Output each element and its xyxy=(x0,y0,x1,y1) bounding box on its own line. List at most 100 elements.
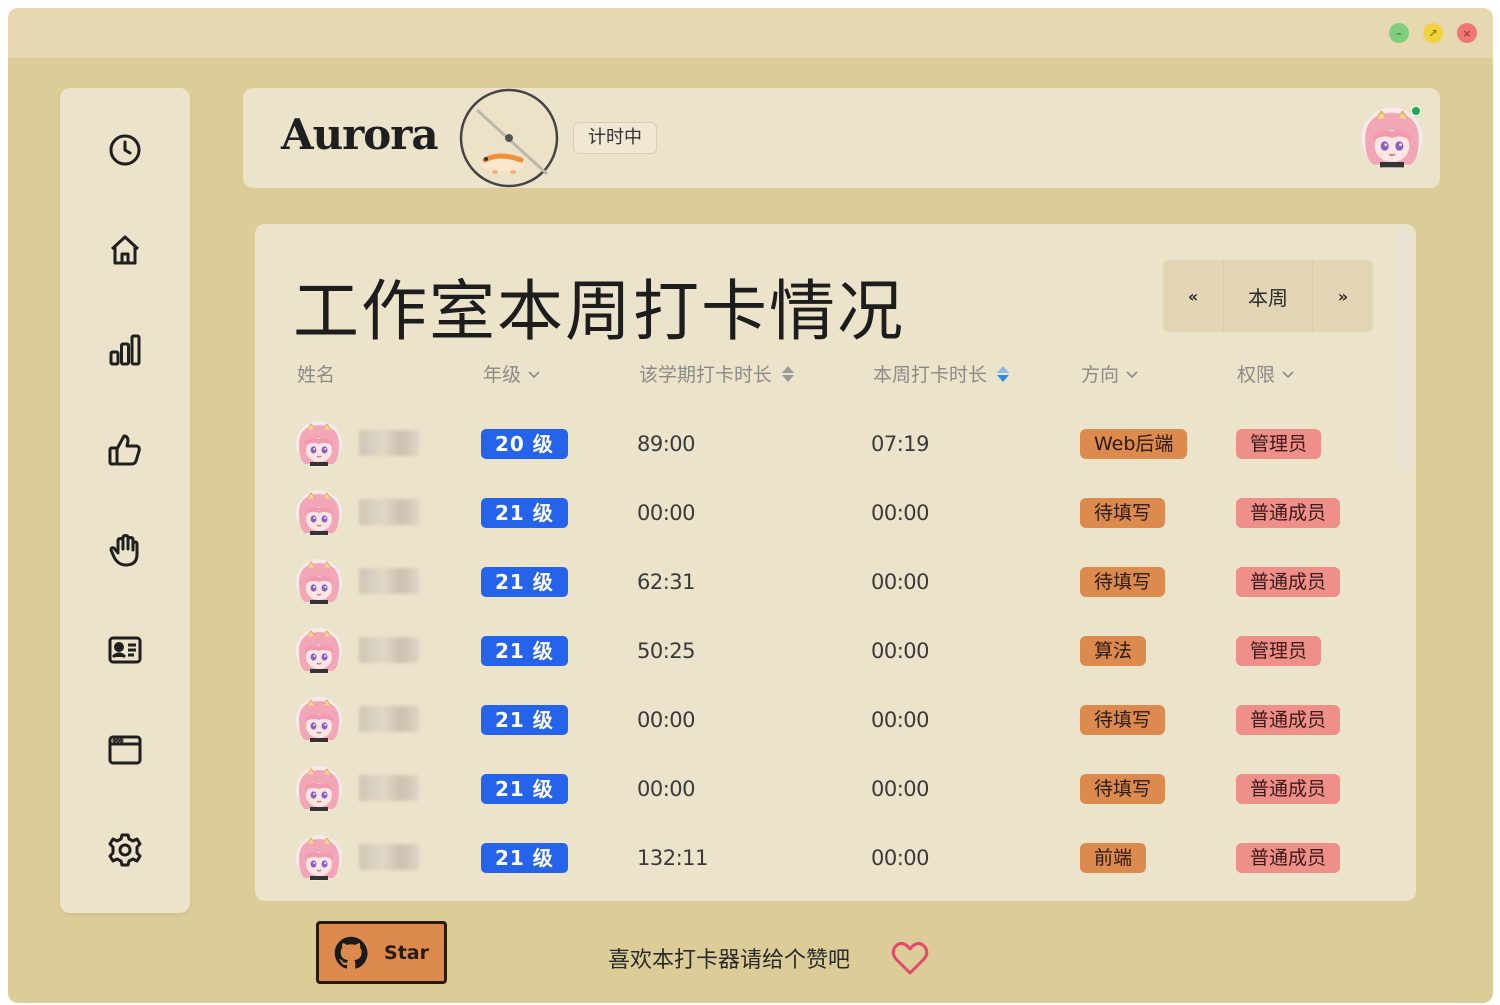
semester-time-cell: 89:00 xyxy=(637,432,696,456)
blurred-member-name xyxy=(359,844,419,870)
current-week-label[interactable]: 本周 xyxy=(1223,260,1313,332)
sidebar-item-statistics[interactable] xyxy=(95,320,155,380)
column-header-week-time-label: 本周打卡时长 xyxy=(873,364,988,386)
direction-badge: 待填写 xyxy=(1080,498,1166,528)
timer-clock-icon[interactable] xyxy=(459,88,559,188)
grade-badge: 21 级 xyxy=(481,498,568,528)
member-avatar xyxy=(295,558,343,606)
sidebar-item-members[interactable] xyxy=(95,620,155,680)
semester-time-cell: 00:00 xyxy=(637,777,696,801)
brand-title: Aurora xyxy=(281,110,439,159)
grade-badge: 21 级 xyxy=(481,774,568,804)
timer-status-badge: 计时中 xyxy=(573,122,657,154)
grade-badge: 21 级 xyxy=(481,705,568,735)
week-navigator: « 本周 » xyxy=(1163,260,1373,332)
github-star-button[interactable]: Star xyxy=(316,921,447,984)
online-status-indicator xyxy=(1411,106,1421,116)
blurred-member-name xyxy=(359,637,419,663)
thumbs-up-icon xyxy=(108,434,141,466)
grade-badge: 21 级 xyxy=(481,843,568,873)
semester-time-cell: 132:11 xyxy=(637,846,708,870)
table-row[interactable]: 21 级 132:11 00:00 前端 普通成员 xyxy=(255,826,1395,895)
table-row[interactable]: 20 级 89:00 07:19 Web后端 管理员 xyxy=(255,412,1395,481)
minimize-button[interactable]: – xyxy=(1389,23,1409,43)
table-row[interactable]: 21 级 00:00 00:00 待填写 普通成员 xyxy=(255,481,1395,550)
member-avatar xyxy=(295,696,343,744)
blurred-member-name xyxy=(359,775,419,801)
grade-badge: 20 级 xyxy=(481,429,568,459)
clock-icon xyxy=(109,134,141,166)
column-header-semester-time[interactable]: 该学期打卡时长 xyxy=(639,360,795,387)
column-header-role[interactable]: 权限 xyxy=(1237,360,1295,387)
column-header-grade[interactable]: 年级 xyxy=(483,360,541,387)
direction-badge: 算法 xyxy=(1080,636,1147,666)
table-row[interactable]: 21 级 00:00 00:00 待填写 普通成员 xyxy=(255,757,1395,826)
direction-badge: 前端 xyxy=(1080,843,1147,873)
member-avatar xyxy=(295,834,343,882)
column-header-week-time[interactable]: 本周打卡时长 xyxy=(873,360,1010,387)
column-header-grade-label: 年级 xyxy=(483,364,522,386)
direction-badge: 待填写 xyxy=(1080,774,1166,804)
chevron-down-icon xyxy=(528,370,540,378)
role-badge: 普通成员 xyxy=(1236,705,1341,735)
sidebar-item-timer[interactable] xyxy=(95,120,155,180)
sidebar-item-home[interactable] xyxy=(95,220,155,280)
role-badge: 普通成员 xyxy=(1236,774,1341,804)
bar-chart-icon xyxy=(109,334,141,366)
member-avatar xyxy=(295,489,343,537)
column-header-semester-time-label: 该学期打卡时长 xyxy=(639,364,773,386)
blurred-member-name xyxy=(359,706,419,732)
sidebar-item-window[interactable] xyxy=(95,720,155,780)
table-row[interactable]: 21 级 50:25 00:00 算法 管理员 xyxy=(255,619,1395,688)
week-time-cell: 00:00 xyxy=(871,777,930,801)
sidebar-item-checkin[interactable] xyxy=(95,520,155,580)
sidebar xyxy=(60,88,190,913)
member-avatar xyxy=(295,627,343,675)
role-badge: 管理员 xyxy=(1236,429,1322,459)
footer-message: 喜欢本打卡器请给个赞吧 xyxy=(608,948,851,973)
grade-badge: 21 级 xyxy=(481,636,568,666)
semester-time-cell: 50:25 xyxy=(637,639,696,663)
table-row[interactable]: 21 级 62:31 00:00 待填写 普通成员 xyxy=(255,550,1395,619)
chevron-down-icon xyxy=(1282,370,1294,378)
prev-week-button[interactable]: « xyxy=(1163,260,1223,332)
id-card-icon xyxy=(108,636,142,664)
table-row[interactable]: 21 级 00:00 00:00 待填写 普通成员 xyxy=(255,688,1395,757)
app-window: – ↗ × Aurora 计时中 工作室本周打卡情况 « 本周 » 姓名 年级 … xyxy=(8,8,1493,1003)
title-bar[interactable]: – ↗ × xyxy=(8,8,1493,58)
scrollbar-thumb[interactable] xyxy=(1398,226,1412,470)
column-header-role-label: 权限 xyxy=(1237,364,1276,386)
direction-badge: Web后端 xyxy=(1080,429,1188,459)
column-header-direction[interactable]: 方向 xyxy=(1081,360,1139,387)
weekly-checkin-panel: 工作室本周打卡情况 « 本周 » 姓名 年级 该学期打卡时长 本周打卡时长 方向 xyxy=(255,224,1416,901)
blurred-member-name xyxy=(359,430,419,456)
home-icon xyxy=(110,235,140,265)
table-row-partial[interactable] xyxy=(255,895,1395,901)
sidebar-item-likes[interactable] xyxy=(95,420,155,480)
close-button[interactable]: × xyxy=(1457,23,1477,43)
direction-badge: 待填写 xyxy=(1080,705,1166,735)
week-time-cell: 00:00 xyxy=(871,501,930,525)
week-time-cell: 00:00 xyxy=(871,639,930,663)
grade-badge: 21 级 xyxy=(481,567,568,597)
maximize-button[interactable]: ↗ xyxy=(1423,23,1443,43)
header-bar: Aurora 计时中 xyxy=(243,88,1440,188)
sort-desc-icon[interactable] xyxy=(997,365,1010,382)
role-badge: 普通成员 xyxy=(1236,498,1341,528)
week-time-cell: 07:19 xyxy=(871,432,930,456)
column-header-name: 姓名 xyxy=(297,360,335,387)
column-header-direction-label: 方向 xyxy=(1081,364,1120,386)
week-time-cell: 00:00 xyxy=(871,570,930,594)
column-header-name-label: 姓名 xyxy=(297,364,336,386)
direction-badge: 待填写 xyxy=(1080,567,1166,597)
semester-time-cell: 00:00 xyxy=(637,708,696,732)
sort-icon[interactable] xyxy=(782,365,795,382)
blurred-member-name xyxy=(359,499,419,525)
sidebar-item-settings[interactable] xyxy=(95,820,155,880)
next-week-button[interactable]: » xyxy=(1313,260,1373,332)
hand-icon xyxy=(109,534,139,567)
heart-icon[interactable] xyxy=(890,938,930,978)
chevron-down-icon xyxy=(1126,370,1138,378)
browser-window-icon xyxy=(108,735,142,765)
week-time-cell: 00:00 xyxy=(871,708,930,732)
